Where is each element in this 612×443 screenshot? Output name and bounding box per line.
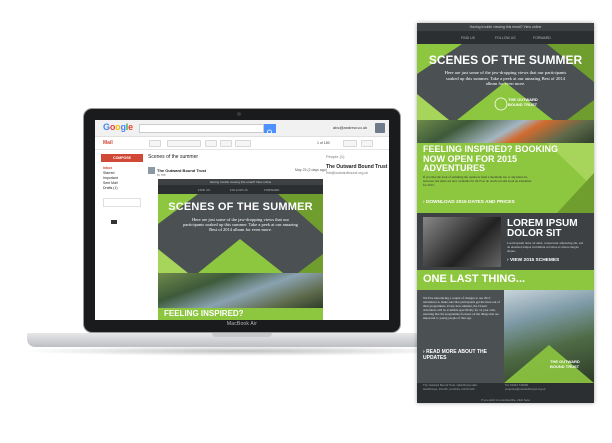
social-find[interactable]: FIND US [461, 36, 475, 40]
footer-address: The Outward Bound Trust, Hackthorpe Hall… [423, 383, 478, 391]
prev-next-button[interactable] [343, 140, 357, 147]
feeling-body: If you like the look of sampling the out… [423, 175, 532, 187]
hero-title: SCENES OF THE SUMMER [168, 201, 313, 213]
last-thing-title: ONE LAST THING... [423, 273, 526, 285]
email-date: May 23 (2 days ago) [295, 168, 327, 172]
settings-button[interactable] [361, 140, 373, 147]
google-logo[interactable]: Google [103, 122, 133, 132]
read-more-link[interactable]: › READ MORE ABOUT THE UPDATES [423, 349, 498, 361]
lorem-title: LOREM IPSUM DOLOR SIT [507, 218, 578, 239]
hero-photo[interactable] [158, 273, 323, 308]
feeling-title: FEELING INSPIRED? [164, 309, 244, 318]
download-label[interactable]: DOWNLOAD 2015 DATES AND PRICES [426, 200, 515, 205]
social-forward[interactable]: FORWARD [264, 188, 279, 192]
view-link[interactable]: › VIEW 2015 SCHEMES [507, 258, 559, 263]
unsubscribe-link[interactable]: If you wish to unsubscribe, click here [417, 398, 594, 402]
boy-photo[interactable] [423, 217, 501, 267]
social-find[interactable]: FIND US [198, 188, 210, 192]
lorem-body: Lorem ipsum dolor sit amet, consectetur … [507, 241, 584, 253]
feeling-title: FEELING INSPIRED? BOOKING NOW OPEN FOR 2… [423, 144, 559, 173]
label-button[interactable] [220, 140, 232, 147]
people-email[interactable]: info@outwardbound.org.uk [326, 171, 368, 175]
people-label: People (1) [326, 154, 345, 159]
social-bar: FIND US FOLLOW US FORWARD [158, 185, 323, 194]
hero-text: Here are just some of the jaw-dropping v… [183, 217, 298, 233]
email-subject: Scenes of the summer [148, 154, 199, 160]
laptop-shadow [20, 346, 465, 356]
nav-drafts[interactable]: Drafts (1) [103, 186, 118, 191]
email-body-preview: Having trouble viewing this email? View … [158, 179, 323, 320]
message-count: 1 of 180 [317, 141, 330, 145]
back-button[interactable] [149, 140, 161, 147]
search-icon [267, 129, 273, 136]
preheader[interactable]: Having trouble viewing this email? View … [417, 23, 594, 31]
search-input[interactable] [139, 124, 264, 133]
search-button[interactable] [264, 124, 276, 136]
hero-text: Here are just some of the jaw-dropping v… [444, 70, 567, 87]
brand-logo-text: THE OUTWARD BOUND TRUST [550, 359, 580, 369]
folder-button[interactable] [205, 140, 217, 147]
more-button[interactable] [235, 140, 251, 147]
compose-button[interactable]: COMPOSE [101, 154, 143, 162]
sender-recipient[interactable]: to me [157, 173, 166, 177]
social-follow[interactable]: FOLLOW US [230, 188, 248, 192]
last-thing-body: We'll be introducing a couple of changes… [423, 296, 500, 320]
device-label: MacBook Air [226, 321, 258, 327]
webcam [237, 112, 241, 116]
laptop-notch [212, 333, 272, 337]
social-follow[interactable]: FOLLOW US [495, 36, 516, 40]
archive-button-group[interactable] [167, 140, 201, 147]
hero-photo[interactable] [417, 120, 594, 143]
phone-icon[interactable] [111, 220, 117, 224]
hero-title: SCENES OF THE SUMMER [428, 53, 583, 67]
sender-avatar [148, 167, 155, 174]
read-more-label[interactable]: READ MORE ABOUT THE UPDATES [423, 349, 487, 361]
brand-logo-text: THE OUTWARD BOUND TRUST [508, 97, 538, 107]
account-email[interactable]: abc@andrew.co.uk [333, 125, 367, 130]
footer-contact[interactable]: Tel: 01931 740000 enquiries@outwardbound… [505, 383, 565, 391]
download-link[interactable]: › DOWNLOAD 2015 DATES AND PRICES [423, 200, 515, 205]
people-name[interactable]: The Outward Bound Trust [326, 164, 387, 170]
mail-dropdown[interactable]: Mail [103, 140, 113, 146]
social-forward[interactable]: FORWARD [533, 36, 551, 40]
laptop-screen: Google abc@andrew.co.uk Mail 1 of 180 CO… [95, 120, 389, 320]
chat-status[interactable] [103, 198, 141, 207]
avatar[interactable] [375, 123, 385, 133]
view-label[interactable]: VIEW 2015 SCHEMES [510, 258, 559, 263]
social-bar: FIND US FOLLOW US FORWARD [417, 31, 594, 44]
